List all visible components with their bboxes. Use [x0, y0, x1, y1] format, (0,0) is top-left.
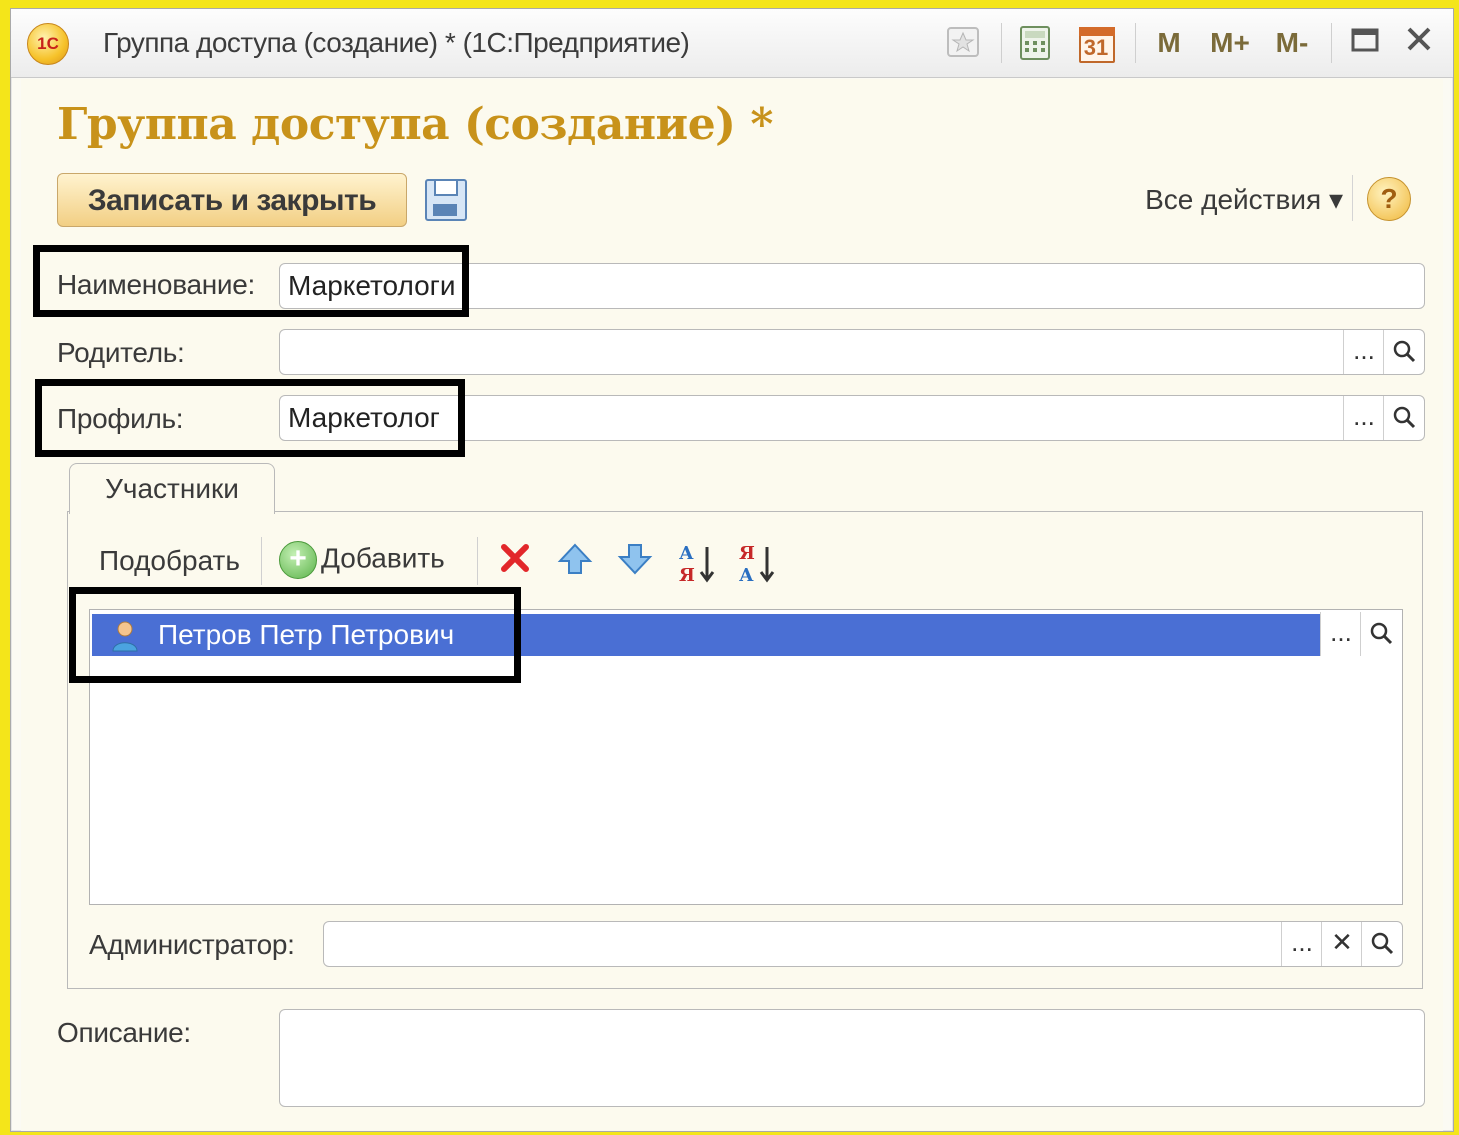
participant-name: Петров Петр Петрович [158, 619, 455, 650]
svg-text:Я: Я [739, 543, 755, 564]
toolbar-separator [1352, 175, 1353, 221]
row-buttons: ... [1320, 612, 1400, 656]
name-input[interactable]: Маркетологи [279, 263, 1425, 309]
close-icon[interactable] [1401, 25, 1437, 61]
memory-m-button[interactable]: M [1151, 25, 1187, 61]
administrator-label: Администратор: [89, 929, 295, 960]
description-label: Описание: [57, 1017, 191, 1048]
add-button[interactable]: + Добавить [279, 541, 445, 579]
1c-logo-icon: 1С [27, 23, 69, 65]
administrator-search-icon[interactable] [1361, 922, 1402, 966]
toolbar-separator [1135, 23, 1136, 63]
sort-ascending-icon[interactable]: АЯ [677, 541, 717, 586]
memory-minus-button[interactable]: M- [1267, 25, 1317, 61]
help-icon[interactable]: ? [1367, 177, 1411, 221]
toolbar-separator [1331, 23, 1332, 63]
profile-input[interactable]: Маркетолог... [279, 395, 1425, 441]
parent-choose-button[interactable]: ... [1343, 330, 1384, 374]
administrator-clear-icon[interactable]: ✕ [1321, 922, 1362, 966]
delete-icon[interactable] [495, 541, 535, 581]
svg-text:Я: Я [679, 565, 695, 585]
row-choose-button[interactable]: ... [1320, 612, 1361, 656]
parent-search-icon[interactable] [1383, 330, 1424, 374]
user-icon [110, 618, 140, 652]
star-icon[interactable] [945, 25, 981, 61]
toolbar-separator [261, 537, 262, 585]
tab-participants[interactable]: Участники [69, 463, 275, 514]
pick-button[interactable]: Подобрать [99, 545, 240, 577]
svg-text:А: А [679, 543, 694, 564]
table-row[interactable]: Петров Петр Петрович [92, 614, 1320, 656]
toolbar-separator [477, 537, 478, 585]
move-up-icon[interactable] [555, 541, 595, 581]
name-label: Наименование: [57, 269, 255, 300]
title-bar: 1С Группа доступа (создание) * (1С:Предп… [11, 9, 1453, 78]
window-title: Группа доступа (создание) * (1С:Предприя… [103, 27, 690, 58]
calendar-day: 31 [1083, 35, 1109, 60]
parent-label: Родитель: [57, 337, 185, 368]
save-and-close-button[interactable]: Записать и закрыть [57, 173, 407, 227]
profile-choose-button[interactable]: ... [1343, 396, 1384, 440]
maximize-icon[interactable] [1347, 25, 1383, 61]
all-actions-menu[interactable]: Все действия ▾ [1145, 183, 1343, 216]
add-label: Добавить [321, 542, 445, 574]
svg-text:А: А [739, 565, 754, 585]
profile-label: Профиль: [57, 403, 184, 434]
form-window: 1С Группа доступа (создание) * (1С:Предп… [10, 8, 1454, 1132]
description-textarea[interactable] [279, 1009, 1425, 1107]
parent-input[interactable]: ... [279, 329, 1425, 375]
memory-plus-button[interactable]: M+ [1205, 25, 1255, 61]
calculator-icon[interactable] [1017, 25, 1053, 61]
move-down-icon[interactable] [615, 541, 655, 581]
form-content: Группа доступа (создание) * Записать и з… [21, 79, 1443, 1131]
form-title: Группа доступа (создание) * [57, 99, 773, 150]
sort-descending-icon[interactable]: ЯА [737, 541, 777, 586]
administrator-choose-button[interactable]: ... [1281, 922, 1322, 966]
add-icon: + [279, 541, 317, 579]
calendar-icon[interactable]: 31 [1077, 25, 1115, 63]
profile-search-icon[interactable] [1383, 396, 1424, 440]
save-icon[interactable] [425, 179, 467, 221]
administrator-input[interactable]: ... ✕ [323, 921, 1403, 967]
participants-table[interactable]: Петров Петр Петрович ... [89, 609, 1403, 905]
row-search-icon[interactable] [1360, 612, 1401, 656]
toolbar-separator [1001, 23, 1002, 63]
